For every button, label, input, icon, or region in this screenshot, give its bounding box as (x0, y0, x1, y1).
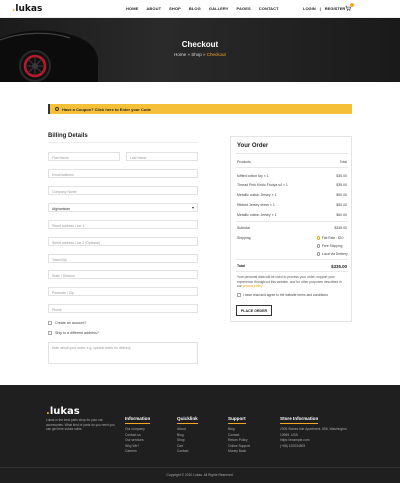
footer-heading: Information (125, 416, 151, 424)
cart-count-badge (350, 3, 354, 7)
city-field[interactable]: Town/City (48, 254, 198, 263)
coupon-link[interactable]: Have a Coupon? Click here to Enter your … (62, 107, 151, 112)
phone-field[interactable]: Phone (48, 304, 198, 313)
postcode-field[interactable]: Postcode / Zip (48, 287, 198, 296)
order-item-row: Metallic cotton Jersey × 1 $60.00 (237, 213, 347, 217)
copyright-text: Copyright © 2010 Lukas. All Rights Reser… (166, 473, 234, 477)
store-phone[interactable]: (+68) 120034509 (280, 444, 360, 450)
order-item-row: Thread Pink Kindo Fiodya s4 × 1 $35.00 (237, 183, 347, 187)
shipping-option-free[interactable]: Free Shipping (317, 244, 342, 248)
radio (317, 252, 321, 256)
total-row: Total $335.00 (237, 263, 347, 269)
footer-link[interactable]: Money Back (228, 449, 250, 455)
footer-heading: Store Information (280, 416, 319, 424)
info-icon (55, 107, 59, 111)
footer-description: Lukas is the best parts shop for your ca… (46, 418, 115, 431)
create-account-checkbox[interactable] (48, 321, 52, 325)
create-account-label: Create an account? (55, 321, 87, 325)
terms-checkbox[interactable] (237, 293, 241, 297)
ship-different-checkbox[interactable] (48, 331, 52, 335)
footer-link[interactable]: Contact (177, 449, 198, 455)
nav-item-about[interactable]: ABOUT (146, 6, 161, 11)
state-field[interactable]: State / Division (48, 270, 198, 279)
footer-heading: Support (228, 416, 246, 424)
site-logo[interactable]: .lukas (12, 4, 42, 14)
divider (236, 271, 348, 272)
order-title: Your Order (237, 143, 269, 149)
breadcrumb-home[interactable]: Home (174, 52, 186, 57)
order-notes-textarea[interactable]: Note about your order, e.g. special note… (48, 342, 198, 364)
breadcrumb: Home » Shop » Checkout (174, 52, 226, 57)
country-value: Afghanistan (52, 206, 70, 211)
radio (317, 244, 321, 248)
order-header-row: Products Total (237, 160, 347, 164)
footer-logo[interactable]: .lukas (46, 406, 80, 417)
breadcrumb-current: Checkout (206, 52, 226, 57)
order-item-row: Metallic cotton Jersey × 1 $50.00 (237, 193, 347, 197)
order-item-row: tuffted cotton fay × 1 $35.00 (237, 174, 347, 178)
divider (0, 467, 400, 468)
account-separator: | (319, 6, 321, 11)
footer-heading: Quicklink (177, 416, 198, 424)
divider (236, 167, 348, 168)
divider (236, 153, 348, 154)
country-select[interactable]: Afghanistan (48, 203, 198, 212)
page-title: Checkout (181, 40, 219, 49)
footer-quicklink: Quicklink About Blog Shop Cart Contact (177, 407, 198, 455)
nav-item-pages[interactable]: PAGES (237, 6, 251, 11)
privacy-policy-link[interactable]: privacy policy. (243, 284, 263, 288)
footer-link[interactable]: Return Policy (228, 438, 250, 444)
first-name-field[interactable]: First Name (48, 152, 120, 161)
nav-item-contact[interactable]: CONTACT (259, 6, 279, 11)
footer-store-info: Store Information 2005 Stokes Isle Apart… (280, 407, 360, 449)
company-field[interactable]: Company Name (48, 186, 198, 195)
account-links: LOGIN | REGISTER (303, 6, 345, 11)
main-nav: HOME ABOUT SHOP BLOG GALLERY PAGES CONTA… (126, 6, 279, 11)
place-order-button[interactable]: PLACE ORDER (236, 305, 272, 316)
page-hero-banner: Checkout Home » Shop » Checkout (0, 18, 400, 82)
footer-link[interactable]: Careers (125, 449, 150, 455)
footer-information: Information Our company Contact us Our s… (125, 407, 151, 455)
coupon-banner[interactable]: Have a Coupon? Click here to Enter your … (48, 104, 352, 114)
top-navbar: .lukas HOME ABOUT SHOP BLOG GALLERY PAGE… (0, 0, 400, 18)
nav-item-gallery[interactable]: GALLERY (209, 6, 229, 11)
footer-support: Support Blog Contact Return Policy Onlin… (228, 407, 250, 455)
email-field[interactable]: Email Address (48, 169, 198, 178)
subtotal-row: Subtotal $335.00 (237, 226, 347, 230)
last-name-field[interactable]: Last Name (126, 152, 198, 161)
ship-different-label: Ship to a different address? (55, 331, 99, 335)
chevron-down-icon (192, 206, 194, 209)
register-link[interactable]: REGISTER (325, 6, 345, 11)
order-summary: Your Order Products Total tuffted cotton… (230, 136, 352, 322)
divider (236, 221, 348, 222)
site-footer: .lukas Lukas is the best parts shop for … (0, 385, 400, 483)
shipping-option-flat[interactable]: Flat Rate : $10 (317, 236, 344, 240)
address-line2-field[interactable]: Street address Line 2 (Optional) (48, 237, 198, 246)
divider (48, 142, 198, 143)
nav-item-shop[interactable]: SHOP (169, 6, 181, 11)
billing-title: Billing Details (48, 133, 88, 139)
nav-item-home[interactable]: HOME (126, 6, 138, 11)
divider (236, 259, 348, 260)
address-line1-field[interactable]: Street address Line 1 (48, 220, 198, 229)
shipping-option-local[interactable]: Local via Delivery (317, 252, 348, 256)
login-link[interactable]: LOGIN (303, 6, 316, 11)
privacy-notice: Your personal data will be used to proce… (237, 275, 342, 289)
terms-label: I have read and agree to the website ter… (243, 293, 328, 297)
order-item-row: Ribbed Jersey dress × 1 $50.00 (237, 203, 347, 207)
radio-selected (317, 236, 321, 240)
nav-item-blog[interactable]: BLOG (189, 6, 201, 11)
breadcrumb-shop[interactable]: Shop (191, 52, 202, 57)
